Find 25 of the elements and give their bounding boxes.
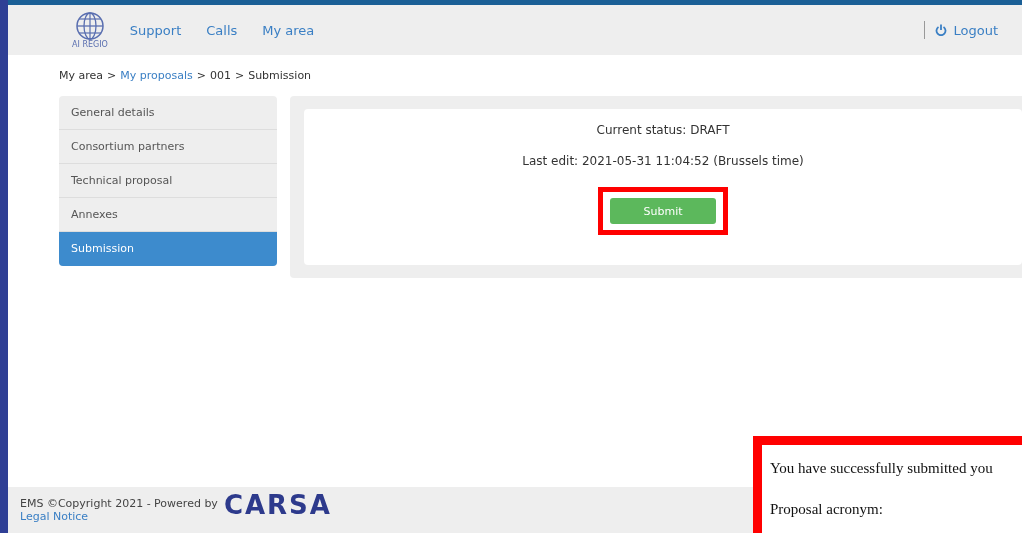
email-text: You have successfully submitted you [770, 461, 994, 476]
breadcrumb-separator: > [107, 69, 117, 82]
copyright-text: EMS ©Copyright 2021 - Powered by [20, 497, 218, 510]
nav-link[interactable]: Calls [206, 22, 238, 38]
brand-logo-text: CARSA [223, 490, 332, 520]
status-text: Current status: DRAFT [596, 123, 730, 137]
nav-link[interactable]: My area [262, 22, 315, 38]
sidebar-item[interactable]: Submission [59, 232, 277, 266]
email-text: Proposal acronym: [770, 502, 884, 517]
nav-link[interactable]: Support [129, 22, 182, 38]
logo-text: AI REGIO [72, 41, 108, 49]
sidebar-item[interactable]: General details [59, 96, 277, 130]
breadcrumb-item: Submission [248, 69, 312, 82]
breadcrumb-item: 001 [209, 69, 231, 82]
breadcrumb-separator: > [196, 69, 206, 82]
breadcrumb-link[interactable]: My proposals [120, 69, 193, 82]
breadcrumb-item: My area [59, 69, 104, 82]
breadcrumb-separator: > [234, 69, 245, 82]
legal-notice-link[interactable]: Legal Notice [20, 510, 218, 523]
power-icon [935, 24, 948, 36]
sidebar-item[interactable]: Consortium partners [59, 130, 277, 164]
submit-button[interactable]: Submit [610, 198, 716, 224]
last-edit-text: Last edit: 2021-05-31 11:04:52 (Brussels time) [522, 154, 804, 168]
sidebar-item[interactable]: Technical proposal [59, 164, 277, 198]
logout-link[interactable]: Logout [935, 22, 998, 38]
